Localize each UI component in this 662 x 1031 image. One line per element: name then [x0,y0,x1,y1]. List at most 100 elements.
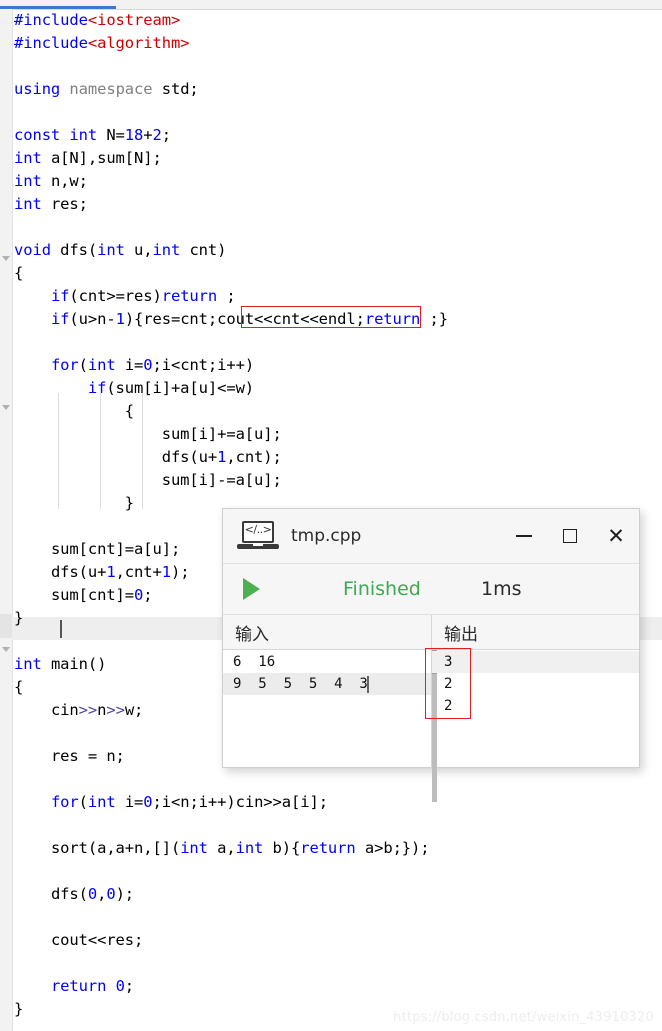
code-token: using [14,80,70,98]
fold-arrow-icon[interactable] [2,254,11,263]
code-token: { [14,678,24,696]
code-line: cout<<res; [14,929,662,952]
code-line: if(cnt>=res)return ; [14,285,662,308]
fold-arrow-icon[interactable] [2,645,11,654]
code-token: N= [106,126,125,144]
code-token: >> [78,701,98,719]
code-token: + [143,126,153,144]
input-pane[interactable]: 输入 6 16 9 5 5 5 4 3 [223,615,432,767]
maximize-button[interactable] [547,509,593,563]
code-token: <algorithm> [87,34,190,52]
window-controls[interactable]: ✕ [501,509,639,563]
code-line: sort(a,a+n,[](int a,int b){return a>b;})… [14,837,662,860]
code-token: >> [106,701,125,719]
code-token: ); [170,563,190,581]
code-token: 2 [152,126,162,144]
window-titlebar[interactable]: </..> tmp.cpp ✕ [223,509,639,564]
code-token: 0 [115,977,125,995]
code-token: return [364,310,421,328]
input-pane-header: 输入 [223,615,431,650]
code-token: int [14,655,51,673]
code-token: sum[cnt]= [50,586,135,604]
code-token: for [50,793,79,811]
output-pane-body[interactable]: 3 2 2 [432,650,639,802]
close-button[interactable]: ✕ [593,509,639,563]
code-token: ){res=cnt;cout<<cnt<<endl; [124,310,365,328]
code-line: int res; [14,193,662,216]
input-caret [367,676,370,693]
code-line: for(int i=0;i<cnt;i++) [14,354,662,377]
code-token: cnt) [189,241,227,259]
code-line: sum[i]+=a[u]; [14,423,662,446]
run-status-label: Finished [343,578,421,600]
code-token: int [14,172,51,190]
output-pane[interactable]: 输出 3 2 2 [425,615,639,802]
input-pane-body[interactable]: 6 16 9 5 5 5 4 3 [223,650,431,695]
output-line: 2 [444,676,453,692]
code-token: res; [50,195,88,213]
code-token: for [50,356,79,374]
code-line: sum[i]-=a[u]; [14,469,662,492]
code-token: int [235,839,273,857]
code-token: sum[cnt]=a[u]; [50,540,181,558]
fold-arrow-icon[interactable] [2,403,11,412]
code-line: if(u>n-1){res=cnt;cout<<cnt<<endl;return… [14,308,662,331]
input-line[interactable]: 9 5 5 5 4 3 [223,673,431,695]
code-token: 0 [106,885,116,903]
minimize-button[interactable] [501,509,547,563]
code-token: 18 [124,126,144,144]
code-token: i= [124,356,144,374]
code-token: b){ [272,839,301,857]
play-icon[interactable] [243,578,260,600]
code-line: using namespace std; [14,78,662,101]
code-token: ; [124,977,135,995]
input-line[interactable]: 6 16 [223,651,431,673]
run-elapsed-time: 1ms [481,578,522,600]
code-token: sum[i]+=a[u]; [161,425,282,443]
code-line: dfs(u+1,cnt); [14,446,662,469]
code-token: dfs(u+ [161,448,218,466]
code-token: ;i<n;i++)cin>>a[i]; [152,793,329,811]
code-token: w; [124,701,144,719]
minimize-icon [516,535,532,537]
code-line: dfs(0,0); [14,883,662,906]
code-glyph-label: </..> [244,523,272,536]
code-token: int [97,241,135,259]
code-token: n,w; [50,172,88,190]
code-token: ( [78,356,88,374]
code-token: 1 [106,563,116,581]
code-token: if [50,287,70,305]
code-token: a>b;}); [355,839,430,857]
code-line: for(int i=0;i<n;i++)cin>>a[i]; [14,791,662,814]
code-token: 0 [143,793,153,811]
code-token: } [124,494,135,512]
code-line: return 0; [14,975,662,998]
window-title: tmp.cpp [291,526,362,546]
code-token: #include [14,11,88,29]
code-line: #include<iostream> [14,9,662,32]
output-line: 3 [432,651,639,673]
code-token: void [14,241,61,259]
editor-gutter[interactable] [0,9,13,1031]
code-token: ;i<cnt;i++) [152,356,255,374]
code-token: ; [143,586,153,604]
code-token: return [300,839,356,857]
code-token: int [14,195,51,213]
code-token: 1 [217,448,227,466]
code-token: i= [124,793,144,811]
code-line: #include<algorithm> [14,32,662,55]
code-token: , [97,885,107,903]
code-token: 0 [143,356,153,374]
run-output-window[interactable]: </..> tmp.cpp ✕ Finished 1ms 输入 6 16 9 5… [222,508,640,802]
code-token: } [14,609,24,627]
code-token: n [97,701,107,719]
watermark-text: https://blog.csdn.net/weixin_43910320 [393,1010,654,1025]
